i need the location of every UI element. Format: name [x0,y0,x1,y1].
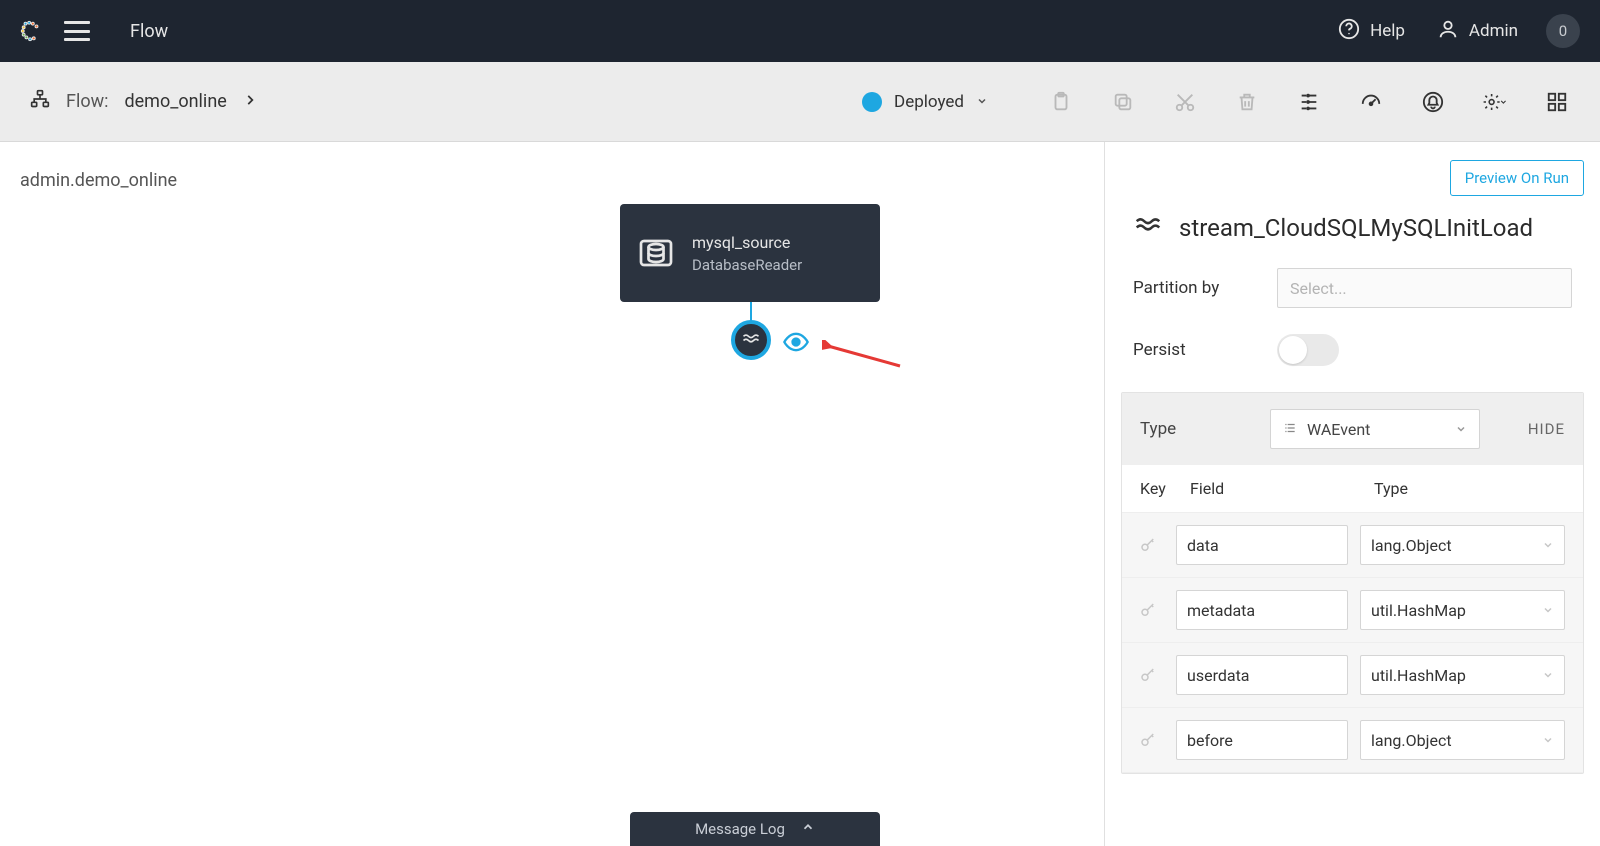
breadcrumb-label: Flow: [66,91,108,112]
help-icon [1338,18,1360,45]
properties-panel: Preview On Run stream_CloudSQLMySQLInitL… [1104,142,1600,846]
field-row: userdata util.HashMap [1122,643,1583,708]
stream-icon [1133,210,1163,246]
key-icon[interactable] [1132,666,1164,684]
panel-title-row: stream_CloudSQLMySQLInitLoad [1105,206,1600,268]
admin-label: Admin [1469,21,1518,41]
help-label: Help [1370,21,1405,41]
notification-badge[interactable]: 0 [1546,14,1580,48]
chevron-down-icon [1542,666,1554,685]
hide-button[interactable]: HIDE [1528,420,1565,438]
persist-label: Persist [1133,340,1257,360]
toolbar-actions [1048,89,1570,115]
panel-title: stream_CloudSQLMySQLInitLoad [1179,214,1533,242]
type-value: WAEvent [1307,420,1370,439]
chevron-down-icon [1542,601,1554,620]
topbar: Flow Help Admin 0 [0,0,1600,62]
field-input[interactable]: userdata [1176,655,1348,695]
type-section: Type WAEvent HIDE Key Field Type datalan… [1121,392,1584,774]
node-subtitle: DatabaseReader [692,256,802,274]
key-icon[interactable] [1132,731,1164,749]
fields-rows: datalang.Objectmetadatautil.HashMapuserd… [1122,513,1583,773]
type-select[interactable]: WAEvent [1270,409,1480,449]
key-icon[interactable] [1132,601,1164,619]
apps-button[interactable] [1544,89,1570,115]
status-dot-icon [862,92,882,112]
chevron-down-icon [1455,420,1467,439]
key-icon[interactable] [1132,536,1164,554]
col-type: Type [1374,479,1565,498]
message-log-label: Message Log [695,820,785,838]
delete-button[interactable] [1234,89,1260,115]
cut-button[interactable] [1172,89,1198,115]
list-icon [1283,420,1297,439]
field-type-select[interactable]: util.HashMap [1360,655,1565,695]
database-icon [638,235,674,271]
chevron-down-icon [976,92,988,111]
performance-button[interactable] [1358,89,1384,115]
layout-button[interactable] [1296,89,1322,115]
field-type-select[interactable]: lang.Object [1360,720,1565,760]
field-input[interactable]: before [1176,720,1348,760]
chevron-right-icon [243,91,257,112]
hierarchy-icon [30,89,50,114]
stream-node[interactable] [731,320,771,360]
status-text: Deployed [894,92,964,112]
user-icon [1437,18,1459,45]
type-label: Type [1140,419,1250,439]
partition-select[interactable]: Select... [1277,268,1572,308]
persist-toggle[interactable] [1277,334,1339,366]
field-input[interactable]: data [1176,525,1348,565]
field-row: data lang.Object [1122,513,1583,578]
sub-toolbar: Flow: demo_online Deployed [0,62,1600,142]
chevron-down-icon [1542,731,1554,750]
status-dropdown[interactable]: Deployed [862,92,988,112]
chevron-down-icon [1542,536,1554,555]
flow-canvas[interactable]: admin.demo_online mysql_source DatabaseR… [0,142,1104,846]
alerts-button[interactable] [1420,89,1446,115]
breadcrumb[interactable]: Flow: demo_online [30,89,257,114]
admin-link[interactable]: Admin [1437,18,1518,45]
field-type-select[interactable]: lang.Object [1360,525,1565,565]
chevron-up-icon [801,820,815,838]
field-input[interactable]: metadata [1176,590,1348,630]
fields-header: Key Field Type [1122,465,1583,513]
copy-button[interactable] [1110,89,1136,115]
col-key: Key [1140,479,1190,498]
source-node[interactable]: mysql_source DatabaseReader [620,204,880,302]
settings-button[interactable] [1482,89,1508,115]
paste-button[interactable] [1048,89,1074,115]
stream-wave-icon [741,328,761,352]
field-row: before lang.Object [1122,708,1583,773]
message-log-toggle[interactable]: Message Log [630,812,880,846]
partition-label: Partition by [1133,278,1257,298]
canvas-namespace-label: admin.demo_online [20,170,177,191]
breadcrumb-name: demo_online [124,91,226,112]
node-title: mysql_source [692,233,802,252]
app-title: Flow [130,21,168,42]
preview-eye-icon[interactable] [782,328,810,360]
app-logo-icon [20,20,42,42]
help-link[interactable]: Help [1338,18,1405,45]
col-field: Field [1190,479,1374,498]
annotation-arrow-icon [822,340,902,374]
menu-icon[interactable] [64,21,90,41]
preview-on-run-button[interactable]: Preview On Run [1450,160,1584,196]
field-row: metadata util.HashMap [1122,578,1583,643]
field-type-select[interactable]: util.HashMap [1360,590,1565,630]
main-area: admin.demo_online mysql_source DatabaseR… [0,142,1600,846]
